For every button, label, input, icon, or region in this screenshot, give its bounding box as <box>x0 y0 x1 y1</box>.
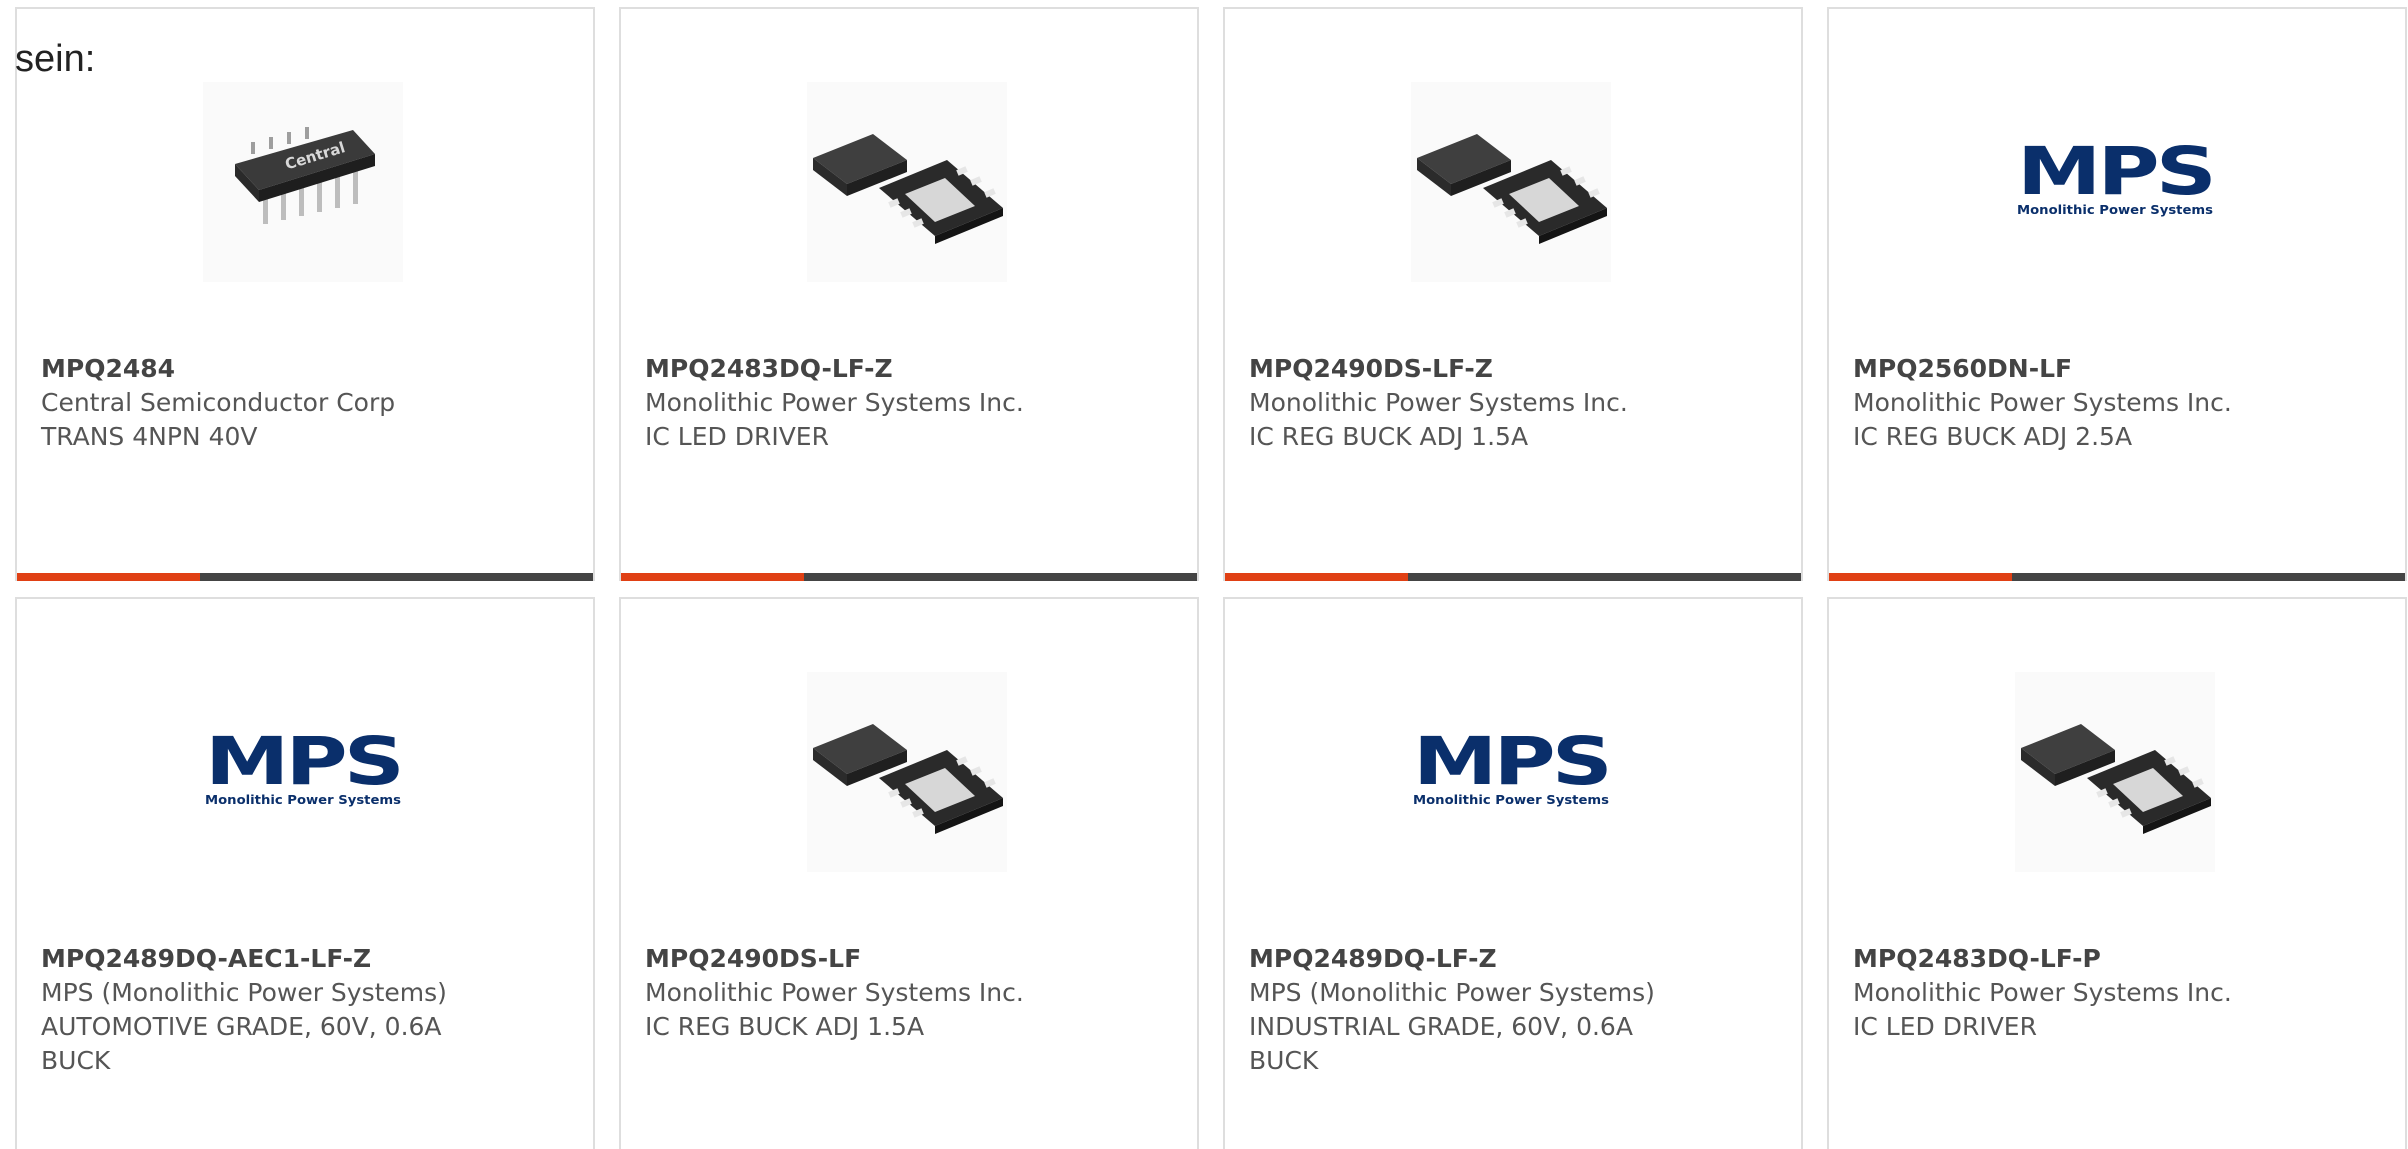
product-card[interactable]: MPQ2483DQ-LF-Z Monolithic Power Systems … <box>619 7 1199 581</box>
product-card[interactable]: MPS Monolithic Power Systems MPQ2489DQ-A… <box>15 597 595 1149</box>
manufacturer-name: Monolithic Power Systems Inc. <box>645 978 1024 1007</box>
qfn-chip-icon <box>813 724 1003 834</box>
part-number-link[interactable]: MPQ2484 <box>41 352 569 386</box>
product-image[interactable]: MPS Monolithic Power Systems <box>2015 82 2215 282</box>
product-description: IC LED DRIVER <box>645 422 829 451</box>
part-number-link[interactable]: MPQ2560DN-LF <box>1853 352 2381 386</box>
product-image[interactable]: MPS Monolithic Power Systems <box>1411 672 1611 872</box>
manufacturer-name: Monolithic Power Systems Inc. <box>1249 388 1628 417</box>
card-accent-bar <box>621 573 804 581</box>
product-info: MPQ2489DQ-LF-Z MPS (Monolithic Power Sys… <box>1249 942 1777 1078</box>
part-number-link[interactable]: MPQ2483DQ-LF-P <box>1853 942 2381 976</box>
product-image[interactable] <box>1411 82 1611 282</box>
mps-logo: MPS Monolithic Power Systems <box>2017 142 2215 217</box>
product-description: IC REG BUCK ADJ 1.5A <box>645 1012 925 1041</box>
product-description: IC REG BUCK ADJ 2.5A <box>1853 422 2133 451</box>
mps-logo-wordmark: MPS <box>2017 142 2213 210</box>
product-card[interactable]: MPQ2490DS-LF-Z Monolithic Power Systems … <box>1223 7 1803 581</box>
card-bottom-bar <box>621 573 1197 581</box>
manufacturer-name: MPS (Monolithic Power Systems) <box>41 978 447 1007</box>
card-accent-bar <box>1225 573 1408 581</box>
part-number-link[interactable]: MPQ2490DS-LF-Z <box>1249 352 1777 386</box>
card-bottom-bar <box>1225 573 1801 581</box>
card-bar-rest <box>2012 573 2405 581</box>
card-accent-bar <box>17 573 200 581</box>
part-number-link[interactable]: MPQ2490DS-LF <box>645 942 1173 976</box>
card-bottom-bar <box>17 573 593 581</box>
product-card[interactable]: MPQ2483DQ-LF-P Monolithic Power Systems … <box>1827 597 2407 1149</box>
product-image[interactable] <box>807 82 1007 282</box>
manufacturer-name: Central Semiconductor Corp <box>41 388 396 417</box>
qfn-chip-icon <box>2021 724 2211 834</box>
mps-logo-wordmark: MPS <box>205 732 401 800</box>
product-info: MPQ2490DS-LF Monolithic Power Systems In… <box>645 942 1173 1044</box>
product-image[interactable] <box>807 672 1007 872</box>
card-bar-rest <box>200 573 593 581</box>
product-info: MPQ2560DN-LF Monolithic Power Systems In… <box>1853 352 2381 454</box>
mps-logo: MPS Monolithic Power Systems <box>1413 732 1611 807</box>
manufacturer-name: Monolithic Power Systems Inc. <box>1853 388 2232 417</box>
mps-logo: MPS Monolithic Power Systems <box>205 732 403 807</box>
product-image[interactable] <box>2015 672 2215 872</box>
part-number-link[interactable]: MPQ2483DQ-LF-Z <box>645 352 1173 386</box>
product-card[interactable]: MPS Monolithic Power Systems MPQ2560DN-L… <box>1827 7 2407 581</box>
product-image[interactable]: Central <box>203 82 403 282</box>
product-info: MPQ2483DQ-LF-P Monolithic Power Systems … <box>1853 942 2381 1044</box>
product-image[interactable]: MPS Monolithic Power Systems <box>203 672 403 872</box>
product-card[interactable]: Central MPQ2484 Central Semiconductor Co… <box>15 7 595 581</box>
mps-logo-tagline: Monolithic Power Systems <box>205 793 401 807</box>
product-description: TRANS 4NPN 40V <box>41 422 258 451</box>
card-accent-bar <box>1829 573 2012 581</box>
part-number-link[interactable]: MPQ2489DQ-AEC1-LF-Z <box>41 942 569 976</box>
qfn-chip-icon <box>1417 134 1607 244</box>
product-description: IC REG BUCK ADJ 1.5A <box>1249 422 1529 451</box>
product-description: IC LED DRIVER <box>1853 1012 2037 1041</box>
product-card[interactable]: MPQ2490DS-LF Monolithic Power Systems In… <box>619 597 1199 1149</box>
card-bar-rest <box>1408 573 1801 581</box>
intro-text: sein: <box>15 38 96 80</box>
product-description: AUTOMOTIVE GRADE, 60V, 0.6A BUCK <box>41 1012 442 1075</box>
product-info: MPQ2483DQ-LF-Z Monolithic Power Systems … <box>645 352 1173 454</box>
part-number-link[interactable]: MPQ2489DQ-LF-Z <box>1249 942 1777 976</box>
product-description: INDUSTRIAL GRADE, 60V, 0.6A BUCK <box>1249 1012 1633 1075</box>
mps-logo-tagline: Monolithic Power Systems <box>2017 203 2213 217</box>
product-info: MPQ2490DS-LF-Z Monolithic Power Systems … <box>1249 352 1777 454</box>
manufacturer-name: MPS (Monolithic Power Systems) <box>1249 978 1655 1007</box>
mps-logo-wordmark: MPS <box>1413 732 1609 800</box>
page: sein: Central MPQ2484 Central Semiconduc… <box>0 0 2408 1149</box>
product-grid: Central MPQ2484 Central Semiconductor Co… <box>15 7 2407 1149</box>
manufacturer-name: Monolithic Power Systems Inc. <box>645 388 1024 417</box>
card-bottom-bar <box>1829 573 2405 581</box>
mps-logo-tagline: Monolithic Power Systems <box>1413 793 1609 807</box>
dip-chip-icon: Central <box>235 127 375 224</box>
card-bar-rest <box>804 573 1197 581</box>
product-card[interactable]: MPS Monolithic Power Systems MPQ2489DQ-L… <box>1223 597 1803 1149</box>
qfn-chip-icon <box>813 134 1003 244</box>
product-info: MPQ2489DQ-AEC1-LF-Z MPS (Monolithic Powe… <box>41 942 569 1078</box>
product-info: MPQ2484 Central Semiconductor Corp TRANS… <box>41 352 569 454</box>
manufacturer-name: Monolithic Power Systems Inc. <box>1853 978 2232 1007</box>
